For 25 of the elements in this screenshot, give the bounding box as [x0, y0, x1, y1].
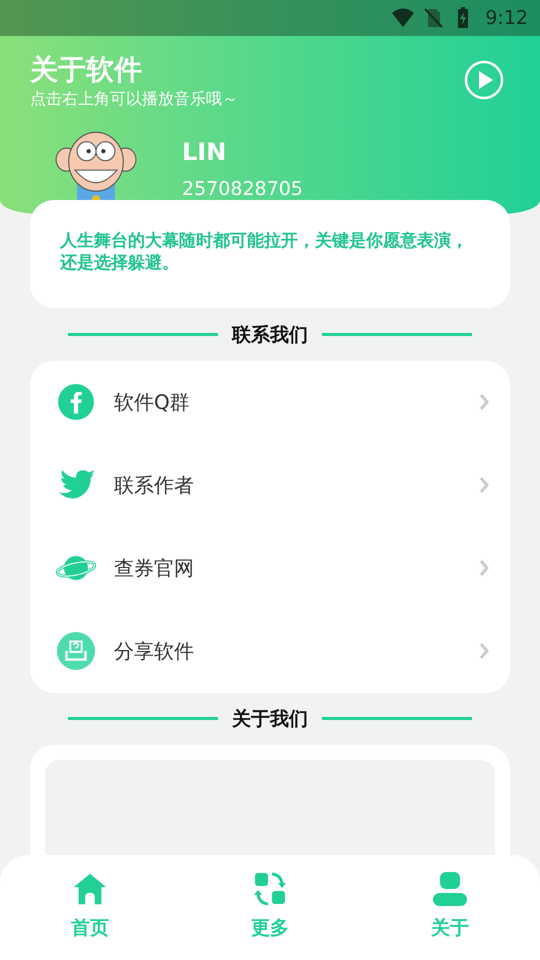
- page-title: 关于软件: [30, 52, 143, 88]
- facebook-icon: [56, 383, 96, 422]
- status-time: 9:12: [485, 7, 528, 29]
- page-subtitle: 点击右上角可以播放音乐哦～: [30, 88, 238, 110]
- chevron-right-icon: [478, 558, 490, 578]
- contact-item[interactable]: 分享软件: [30, 610, 510, 693]
- item-label: 联系作者: [114, 472, 195, 499]
- chevron-right-icon: [478, 475, 490, 496]
- quote-card: 人生舞台的大幕随时都可能拉开，关键是你愿意表演，还是选择躲避。: [30, 200, 510, 308]
- section-title: 关于我们: [232, 706, 308, 732]
- contact-item[interactable]: 联系作者: [30, 444, 510, 527]
- contact-item[interactable]: 查券官网: [30, 526, 510, 610]
- contact-item[interactable]: 软件Q群: [30, 360, 510, 444]
- chevron-right-icon: [478, 392, 490, 412]
- swap-squares-icon: [251, 871, 289, 907]
- share-box-icon: [56, 632, 96, 670]
- chevron-right-icon: [478, 641, 490, 662]
- user-name: LIN: [182, 137, 228, 168]
- item-label: 查券官网: [114, 554, 195, 582]
- user-id: 2570828705: [182, 178, 303, 200]
- user-icon: [431, 871, 469, 907]
- item-label: 软件Q群: [114, 388, 191, 416]
- item-label: 分享软件: [114, 638, 195, 665]
- play-icon[interactable]: [464, 60, 504, 100]
- section-title: 联系我们: [232, 322, 308, 348]
